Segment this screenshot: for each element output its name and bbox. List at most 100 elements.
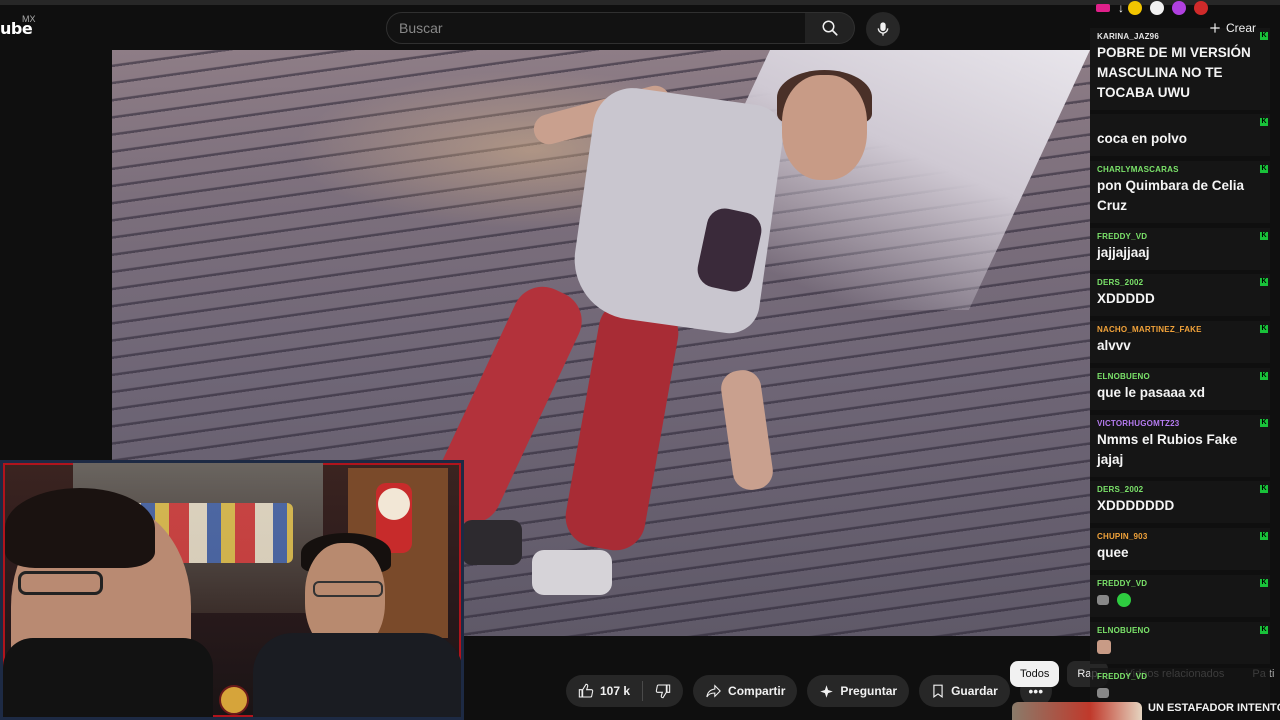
- webcam-person-shirt: [3, 638, 213, 717]
- kick-badge-icon: K: [1260, 118, 1268, 126]
- create-label: Crear: [1226, 21, 1257, 35]
- chat-text: alvvv: [1097, 338, 1131, 353]
- thumbs-up-icon: [578, 683, 594, 698]
- chat-username: CHUPIN_903: [1097, 532, 1148, 541]
- webcam-glasses: [313, 581, 383, 597]
- arrow-down-icon: ↓: [1118, 1, 1124, 15]
- search-box[interactable]: [386, 12, 806, 44]
- chat-text: pon Quimbara de Celia Cruz: [1097, 178, 1245, 213]
- video-dancer-leg: [560, 294, 684, 556]
- webcam-person-shirt: [253, 633, 461, 717]
- plus-icon: [1210, 23, 1220, 33]
- webcam-overlay: [0, 460, 464, 720]
- next-video-thumbnail[interactable]: [1012, 702, 1142, 720]
- bookmark-icon: [933, 684, 943, 698]
- masthead: ube MX: [0, 0, 1280, 50]
- webcam-person-hair: [5, 488, 155, 568]
- chat-emotes-line: [1097, 590, 1264, 610]
- region-code: MX: [22, 14, 36, 24]
- chat-emotes-line: [1097, 637, 1264, 657]
- kick-badge-icon: K: [1260, 278, 1268, 286]
- sparkle-icon: [820, 684, 834, 698]
- chat-text: POBRE DE MI VERSIÓN MASCULINA NO TE TOCA…: [1097, 45, 1251, 100]
- next-video-title[interactable]: UN ESTAFADOR INTENTÓ: [1148, 702, 1280, 714]
- chat-text: coca en polvo: [1097, 131, 1188, 146]
- chat-message: DERS_2002 XDDDDD K: [1090, 274, 1270, 316]
- chat-username: [1097, 117, 1264, 129]
- share-label: Compartir: [728, 684, 786, 698]
- chat-message: CHARLYMASCARAS pon Quimbara de Celia Cru…: [1090, 161, 1270, 223]
- microphone-icon: [877, 22, 889, 36]
- voice-search-button[interactable]: [866, 12, 900, 46]
- chat-emote-strip: ↓: [1096, 0, 1276, 16]
- kick-badge-icon: K: [1260, 626, 1268, 634]
- chat-message: coca en polvo K: [1090, 114, 1270, 156]
- emote-icon: [1097, 595, 1109, 606]
- youtube-watch-page: ube MX Crear: [0, 0, 1280, 720]
- chat-message: DERS_2002 XDDDDDDD K: [1090, 481, 1270, 523]
- chat-message: ELNOBUENO que le pasaaa xd K: [1090, 368, 1270, 410]
- kick-badge-icon: K: [1260, 372, 1268, 380]
- chat-username: DERS_2002: [1097, 485, 1144, 494]
- like-button[interactable]: 107 k: [566, 675, 642, 707]
- save-label: Guardar: [951, 684, 998, 698]
- kick-badge-icon: K: [1260, 232, 1268, 240]
- create-button[interactable]: Crear: [1208, 16, 1256, 40]
- emote-icon: [1172, 1, 1186, 15]
- chat-text: quee: [1097, 545, 1129, 560]
- share-button[interactable]: Compartir: [693, 675, 798, 707]
- chat-username: FREDDY_VD: [1097, 672, 1148, 681]
- chat-text: XDDDDD: [1097, 291, 1155, 306]
- video-dancer-shoe: [462, 520, 522, 565]
- chat-message: VICTORHUGOMTZ23 Nmms el Rubios Fake jaja…: [1090, 415, 1270, 477]
- like-dislike-group: 107 k: [566, 675, 684, 707]
- webcam-glasses: [18, 571, 103, 595]
- chat-text: Nmms el Rubios Fake jajaj: [1097, 432, 1238, 467]
- search-button[interactable]: [805, 12, 855, 44]
- emote-icon: [1097, 688, 1109, 699]
- chat-username: ELNOBUENO: [1097, 372, 1150, 381]
- kick-badge-icon: K: [1260, 325, 1268, 333]
- emote-icon: [1128, 1, 1142, 15]
- kick-badge-icon: K: [1260, 32, 1268, 40]
- emote-icon: [1096, 4, 1110, 12]
- chat-username: ELNOBUENO: [1097, 626, 1150, 635]
- chip-all[interactable]: Todos: [1010, 661, 1060, 687]
- kick-badge-icon: K: [1260, 485, 1268, 493]
- chat-username: CHARLYMASCARAS: [1097, 165, 1179, 174]
- search-input[interactable]: [387, 13, 805, 43]
- thumbs-down-icon: [655, 684, 671, 699]
- like-count: 107 k: [600, 684, 631, 698]
- chat-message: FREDDY_VD K: [1090, 575, 1270, 617]
- kick-badge-icon: K: [1260, 579, 1268, 587]
- share-arrow-icon: [706, 684, 721, 698]
- chat-text: jajjajjaaj: [1097, 245, 1150, 260]
- ask-label: Preguntar: [840, 684, 898, 698]
- emote-icon: [1150, 1, 1164, 15]
- kick-badge-icon: K: [1260, 419, 1268, 427]
- top-strip: [0, 0, 1280, 5]
- video-dancer-shoe: [532, 550, 612, 595]
- emote-icon: [1097, 640, 1111, 655]
- chat-message: KARINA_JAZ96 POBRE DE MI VERSIÓN MASCULI…: [1090, 28, 1270, 110]
- emote-icon: [1194, 1, 1208, 15]
- video-dancer-shirt: [566, 82, 788, 338]
- dislike-button[interactable]: [643, 675, 683, 707]
- chat-text: que le pasaaa xd: [1097, 385, 1206, 400]
- chat-text: XDDDDDDD: [1097, 498, 1175, 513]
- chat-message: NACHO_MARTINEZ_FAKE alvvv K: [1090, 321, 1270, 363]
- kick-badge-icon: K: [1260, 532, 1268, 540]
- video-dancer-arm: [718, 367, 776, 493]
- save-button[interactable]: Guardar: [919, 675, 1010, 707]
- chat-message: CHUPIN_903 quee K: [1090, 528, 1270, 570]
- chat-message: FREDDY_VD jajjajjaaj K: [1090, 228, 1270, 270]
- ask-button[interactable]: Preguntar: [807, 675, 910, 707]
- chat-message: FREDDY_VD: [1090, 668, 1270, 702]
- kick-badge-icon: K: [1260, 165, 1268, 173]
- chat-username: NACHO_MARTINEZ_FAKE: [1097, 325, 1202, 334]
- video-dancer-head: [782, 75, 867, 180]
- emote-icon: [1116, 593, 1131, 608]
- chat-username: FREDDY_VD: [1097, 232, 1148, 241]
- chat-username: FREDDY_VD: [1097, 579, 1148, 588]
- chat-username: VICTORHUGOMTZ23: [1097, 419, 1180, 428]
